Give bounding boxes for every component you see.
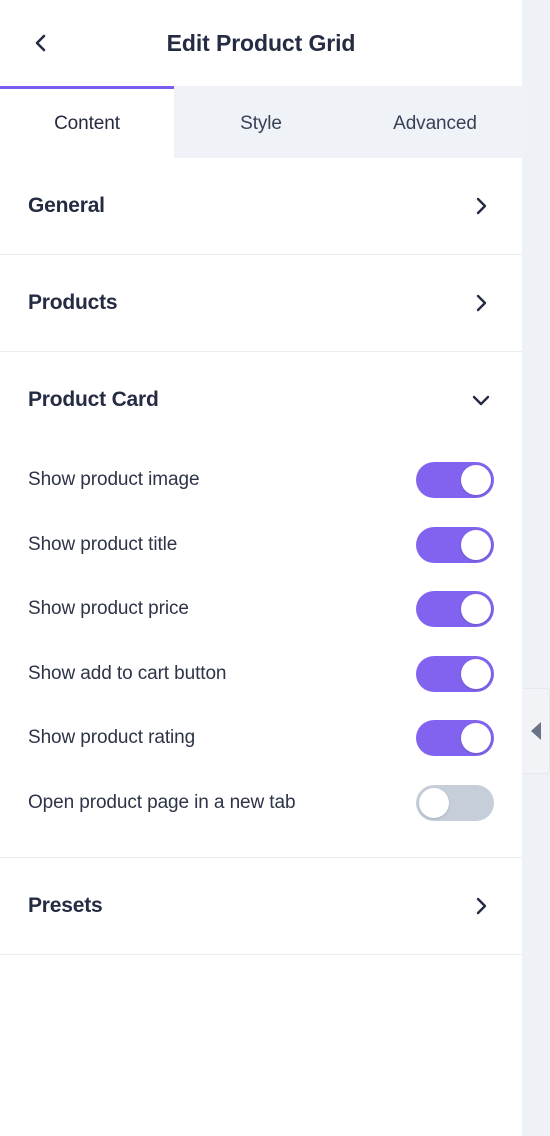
toggle-show-product-title[interactable] <box>416 526 494 563</box>
toggle-knob <box>461 529 491 560</box>
back-button[interactable] <box>18 20 64 66</box>
panel-header: Edit Product Grid <box>0 0 522 86</box>
setting-label: Show product image <box>28 469 200 491</box>
toggle-knob <box>419 787 449 818</box>
chevron-right-icon <box>468 193 494 219</box>
tab-advanced[interactable]: Advanced <box>348 86 522 158</box>
triangle-left-icon <box>530 722 541 740</box>
toggle-show-product-image[interactable] <box>416 462 494 499</box>
section-presets: Presets <box>0 858 522 955</box>
setting-show-product-price: Show product price <box>28 577 494 642</box>
tab-advanced-label: Advanced <box>393 112 477 134</box>
section-product-card-title: Product Card <box>28 388 159 411</box>
section-general: General <box>0 158 522 255</box>
setting-show-add-to-cart: Show add to cart button <box>28 642 494 707</box>
settings-list: General Products Product Card Show produ… <box>0 158 522 1136</box>
section-general-title: General <box>28 194 105 217</box>
section-general-header[interactable]: General <box>0 158 522 254</box>
setting-show-product-rating: Show product rating <box>28 706 494 771</box>
section-presets-title: Presets <box>28 894 103 917</box>
section-product-card: Product Card Show product image Show pro… <box>0 352 522 858</box>
tab-bar: Content Style Advanced <box>0 86 522 158</box>
setting-label: Show product title <box>28 533 178 555</box>
toggle-show-product-price[interactable] <box>416 591 494 628</box>
toggle-show-add-to-cart[interactable] <box>416 655 494 692</box>
setting-show-product-title: Show product title <box>28 513 494 578</box>
toggle-knob <box>461 723 491 754</box>
chevron-right-icon <box>468 290 494 316</box>
section-presets-header[interactable]: Presets <box>0 858 522 954</box>
section-products: Products <box>0 255 522 352</box>
toggle-knob <box>461 594 491 625</box>
setting-label: Open product page in a new tab <box>28 791 296 813</box>
chevron-left-icon <box>31 33 51 53</box>
section-products-title: Products <box>28 291 118 314</box>
setting-show-product-image: Show product image <box>28 448 494 513</box>
tab-style[interactable]: Style <box>174 86 348 158</box>
collapse-panel-handle[interactable] <box>522 688 550 774</box>
chevron-down-icon <box>468 387 494 413</box>
setting-label: Show product rating <box>28 727 196 749</box>
setting-open-in-new-tab: Open product page in a new tab <box>28 771 494 836</box>
tab-content-label: Content <box>54 112 120 134</box>
section-product-card-header[interactable]: Product Card <box>0 352 522 448</box>
product-card-settings: Show product image Show product title Sh… <box>0 448 522 857</box>
section-products-header[interactable]: Products <box>0 255 522 351</box>
setting-label: Show product price <box>28 598 189 620</box>
page-title: Edit Product Grid <box>166 29 356 56</box>
toggle-knob <box>461 658 491 689</box>
editor-screen: Edit Product Grid Content Style Advanced… <box>0 0 550 1136</box>
toggle-show-product-rating[interactable] <box>416 720 494 757</box>
toggle-open-in-new-tab[interactable] <box>416 784 494 821</box>
chevron-right-icon <box>468 893 494 919</box>
toggle-knob <box>461 465 491 496</box>
tab-style-label: Style <box>240 112 282 134</box>
editor-panel: Edit Product Grid Content Style Advanced… <box>0 0 522 1136</box>
tab-content[interactable]: Content <box>0 86 174 158</box>
setting-label: Show add to cart button <box>28 662 227 684</box>
